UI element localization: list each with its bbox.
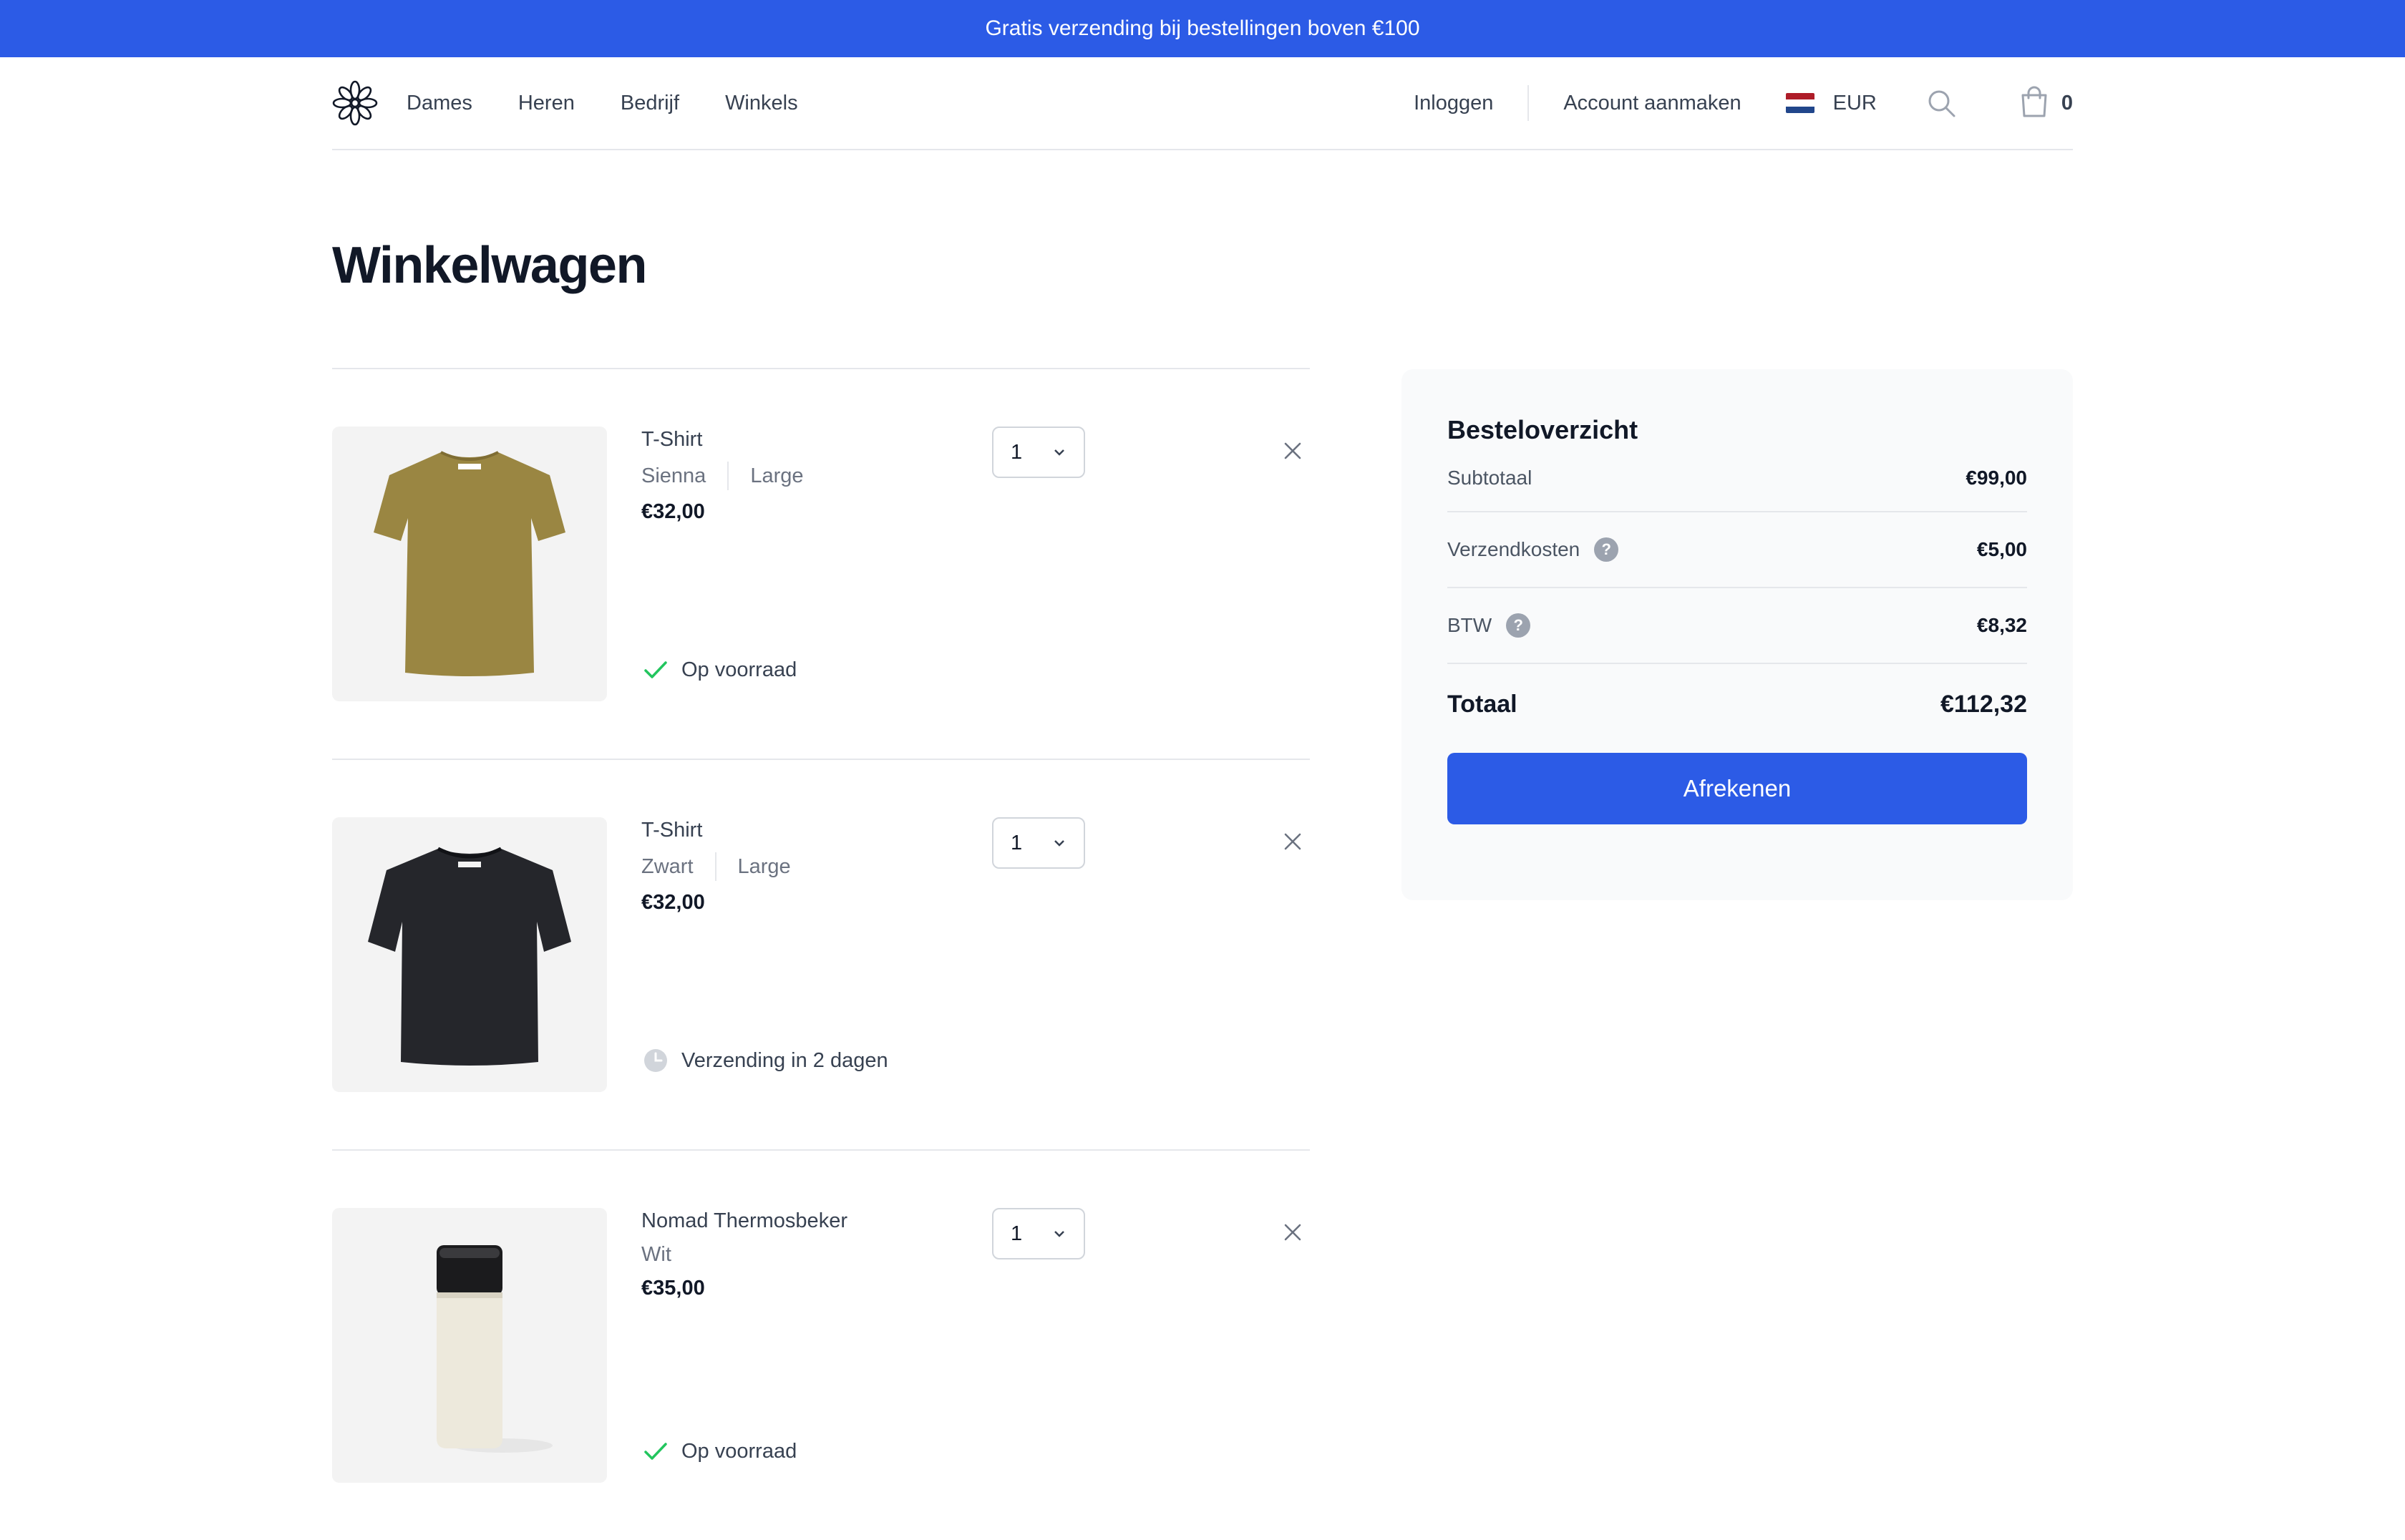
- account-nav: Inloggen Account aanmaken EUR 0: [1414, 85, 2073, 122]
- stock-status: Op voorraad: [641, 656, 797, 684]
- cart-item: Nomad Thermosbeker Wit €35,00 1 Op voorr…: [332, 1149, 1310, 1540]
- question-mark-icon[interactable]: ?: [1506, 613, 1531, 638]
- cart-count: 0: [2061, 91, 2073, 114]
- item-name[interactable]: T-Shirt: [641, 819, 791, 842]
- nav-winkels[interactable]: Winkels: [725, 92, 798, 115]
- item-meta: Zwart Large: [641, 852, 791, 881]
- cart-button[interactable]: 0: [2018, 85, 2073, 122]
- remove-item-button[interactable]: [1277, 1218, 1308, 1249]
- shipping-row: Verzendkosten ? €5,00: [1447, 512, 2027, 588]
- item-info: T-Shirt Sienna Large €32,00: [641, 428, 803, 524]
- promo-banner: Gratis verzending bij bestellingen boven…: [0, 0, 2405, 57]
- shipping-value: €5,00: [1976, 538, 2027, 560]
- total-value: €112,32: [1940, 690, 2027, 718]
- site-header: Dames Heren Bedrijf Winkels Inloggen Acc…: [332, 57, 2073, 150]
- quantity-select[interactable]: 1: [992, 817, 1085, 869]
- tax-row: BTW ? €8,32: [1447, 588, 2027, 664]
- clock-icon: [641, 1046, 670, 1075]
- item-name[interactable]: T-Shirt: [641, 428, 803, 452]
- chevron-down-icon: [1052, 447, 1067, 457]
- check-icon: [641, 656, 670, 684]
- quantity-select[interactable]: 1: [992, 1208, 1085, 1259]
- stock-status-text: Verzending in 2 dagen: [681, 1048, 888, 1072]
- total-label: Totaal: [1447, 690, 1517, 718]
- page-title: Winkelwagen: [332, 237, 647, 294]
- nav-dames[interactable]: Dames: [407, 92, 472, 115]
- item-size: Large: [750, 464, 804, 487]
- tax-value: €8,32: [1976, 614, 2027, 636]
- signup-link[interactable]: Account aanmaken: [1563, 92, 1741, 115]
- currency-label: EUR: [1832, 91, 1877, 114]
- total-row: Totaal €112,32: [1447, 664, 2027, 744]
- check-icon: [641, 1437, 670, 1466]
- item-name[interactable]: Nomad Thermosbeker: [641, 1209, 847, 1233]
- currency-selector[interactable]: EUR: [1785, 91, 1877, 115]
- tshirt-image[interactable]: [332, 427, 607, 701]
- item-info: T-Shirt Zwart Large €32,00: [641, 819, 791, 915]
- flower-logo-icon[interactable]: [332, 80, 378, 126]
- item-color: Sienna: [641, 464, 706, 487]
- item-meta: Wit: [641, 1243, 847, 1267]
- order-summary: Besteloverzicht Subtotaal €99,00 Verzend…: [1401, 369, 2073, 900]
- main-nav: Dames Heren Bedrijf Winkels: [407, 92, 844, 115]
- item-price: €32,00: [641, 500, 705, 523]
- subtotal-value: €99,00: [1966, 467, 2027, 489]
- nav-bedrijf[interactable]: Bedrijf: [621, 92, 679, 115]
- close-icon: [1283, 442, 1302, 464]
- cart-list: T-Shirt Sienna Large €32,00 1 Op voorraa…: [332, 368, 1310, 1540]
- tax-label: BTW: [1447, 614, 1492, 636]
- login-link[interactable]: Inloggen: [1414, 92, 1493, 115]
- stock-status-text: Op voorraad: [681, 658, 797, 681]
- question-mark-icon[interactable]: ?: [1594, 537, 1619, 562]
- summary-title: Besteloverzicht: [1447, 415, 1638, 444]
- cart-item: T-Shirt Sienna Large €32,00 1 Op voorraa…: [332, 368, 1310, 759]
- quantity-value: 1: [1011, 831, 1023, 854]
- stock-status: Op voorraad: [641, 1437, 797, 1466]
- thermos-image[interactable]: [332, 1208, 607, 1483]
- netherlands-flag-icon: [1785, 93, 1814, 113]
- item-size: Large: [737, 854, 791, 878]
- remove-item-button[interactable]: [1277, 827, 1308, 859]
- close-icon: [1283, 832, 1302, 854]
- meta-divider: [727, 462, 729, 490]
- subtotal-row: Subtotaal €99,00: [1447, 445, 2027, 512]
- checkout-button[interactable]: Afrekenen: [1447, 753, 2027, 824]
- header-divider: [1527, 85, 1530, 121]
- chevron-down-icon: [1052, 1229, 1067, 1239]
- stock-status: Verzending in 2 dagen: [641, 1046, 888, 1075]
- item-color: Wit: [641, 1243, 671, 1266]
- item-color: Zwart: [641, 854, 694, 878]
- tshirt-image[interactable]: [332, 817, 607, 1092]
- chevron-down-icon: [1052, 838, 1067, 848]
- quantity-value: 1: [1011, 1222, 1023, 1245]
- shopping-bag-icon: [2018, 85, 2050, 122]
- item-info: Nomad Thermosbeker Wit €35,00: [641, 1209, 847, 1300]
- search-icon[interactable]: [1924, 86, 1958, 120]
- remove-item-button[interactable]: [1277, 437, 1308, 468]
- close-icon: [1283, 1223, 1302, 1245]
- shipping-label: Verzendkosten: [1447, 538, 1580, 560]
- promo-text: Gratis verzending bij bestellingen boven…: [985, 16, 1420, 40]
- meta-divider: [714, 852, 716, 881]
- cart-item: T-Shirt Zwart Large €32,00 1 Verzending …: [332, 759, 1310, 1149]
- stock-status-text: Op voorraad: [681, 1439, 797, 1463]
- quantity-select[interactable]: 1: [992, 427, 1085, 478]
- item-price: €32,00: [641, 891, 705, 914]
- quantity-value: 1: [1011, 440, 1023, 464]
- item-meta: Sienna Large: [641, 462, 803, 490]
- subtotal-label: Subtotaal: [1447, 467, 1532, 489]
- nav-heren[interactable]: Heren: [518, 92, 575, 115]
- item-price: €35,00: [641, 1277, 705, 1300]
